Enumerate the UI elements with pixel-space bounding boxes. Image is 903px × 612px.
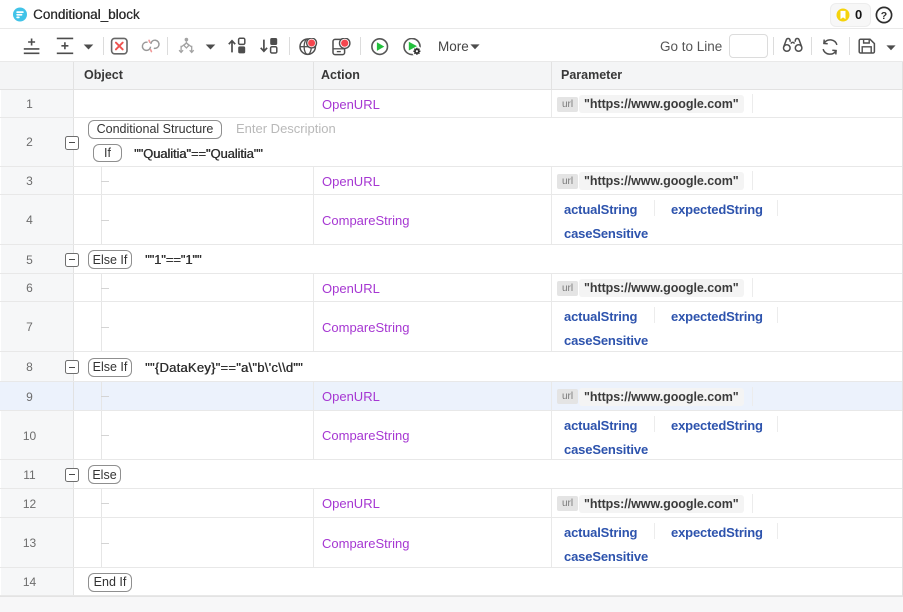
svg-text:?: ? bbox=[881, 10, 887, 22]
